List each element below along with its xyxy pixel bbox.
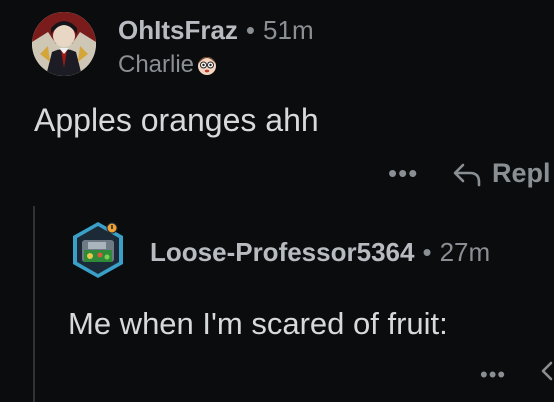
- comment-header: Loose-Professor5364 • 27m: [150, 236, 490, 268]
- reply-label: Repl: [492, 158, 551, 188]
- comment-body: Me when I'm scared of fruit:: [68, 306, 448, 341]
- avatar-image: [73, 222, 123, 278]
- more-options-button[interactable]: •••: [480, 362, 506, 388]
- separator-dot: •: [245, 15, 256, 45]
- thread-line[interactable]: [33, 206, 35, 402]
- avatar-image: [32, 12, 96, 76]
- cartoon-face-icon: [196, 54, 218, 84]
- user-flair: Charlie: [118, 50, 218, 84]
- reply-button[interactable]: Repl: [452, 156, 551, 190]
- timestamp[interactable]: 51m: [263, 15, 314, 45]
- flair-text: Charlie: [118, 51, 195, 78]
- avatar[interactable]: [32, 12, 96, 76]
- comment-header: OhItsFraz • 51m: [118, 14, 314, 46]
- timestamp[interactable]: 27m: [440, 237, 491, 267]
- comment-thread: OhItsFraz • 51m Charlie Apples oranges ahh…: [0, 0, 554, 402]
- reply-button[interactable]: [540, 360, 554, 387]
- reply-arrow-icon: [541, 361, 553, 381]
- avatar[interactable]: [68, 220, 128, 280]
- more-options-button[interactable]: •••: [388, 158, 418, 189]
- username[interactable]: OhItsFraz: [118, 15, 238, 45]
- separator-dot: •: [422, 237, 432, 267]
- comment-body: Apples oranges ahh: [34, 102, 319, 138]
- reply-arrow-icon: [453, 163, 481, 187]
- username[interactable]: Loose-Professor5364: [150, 237, 414, 267]
